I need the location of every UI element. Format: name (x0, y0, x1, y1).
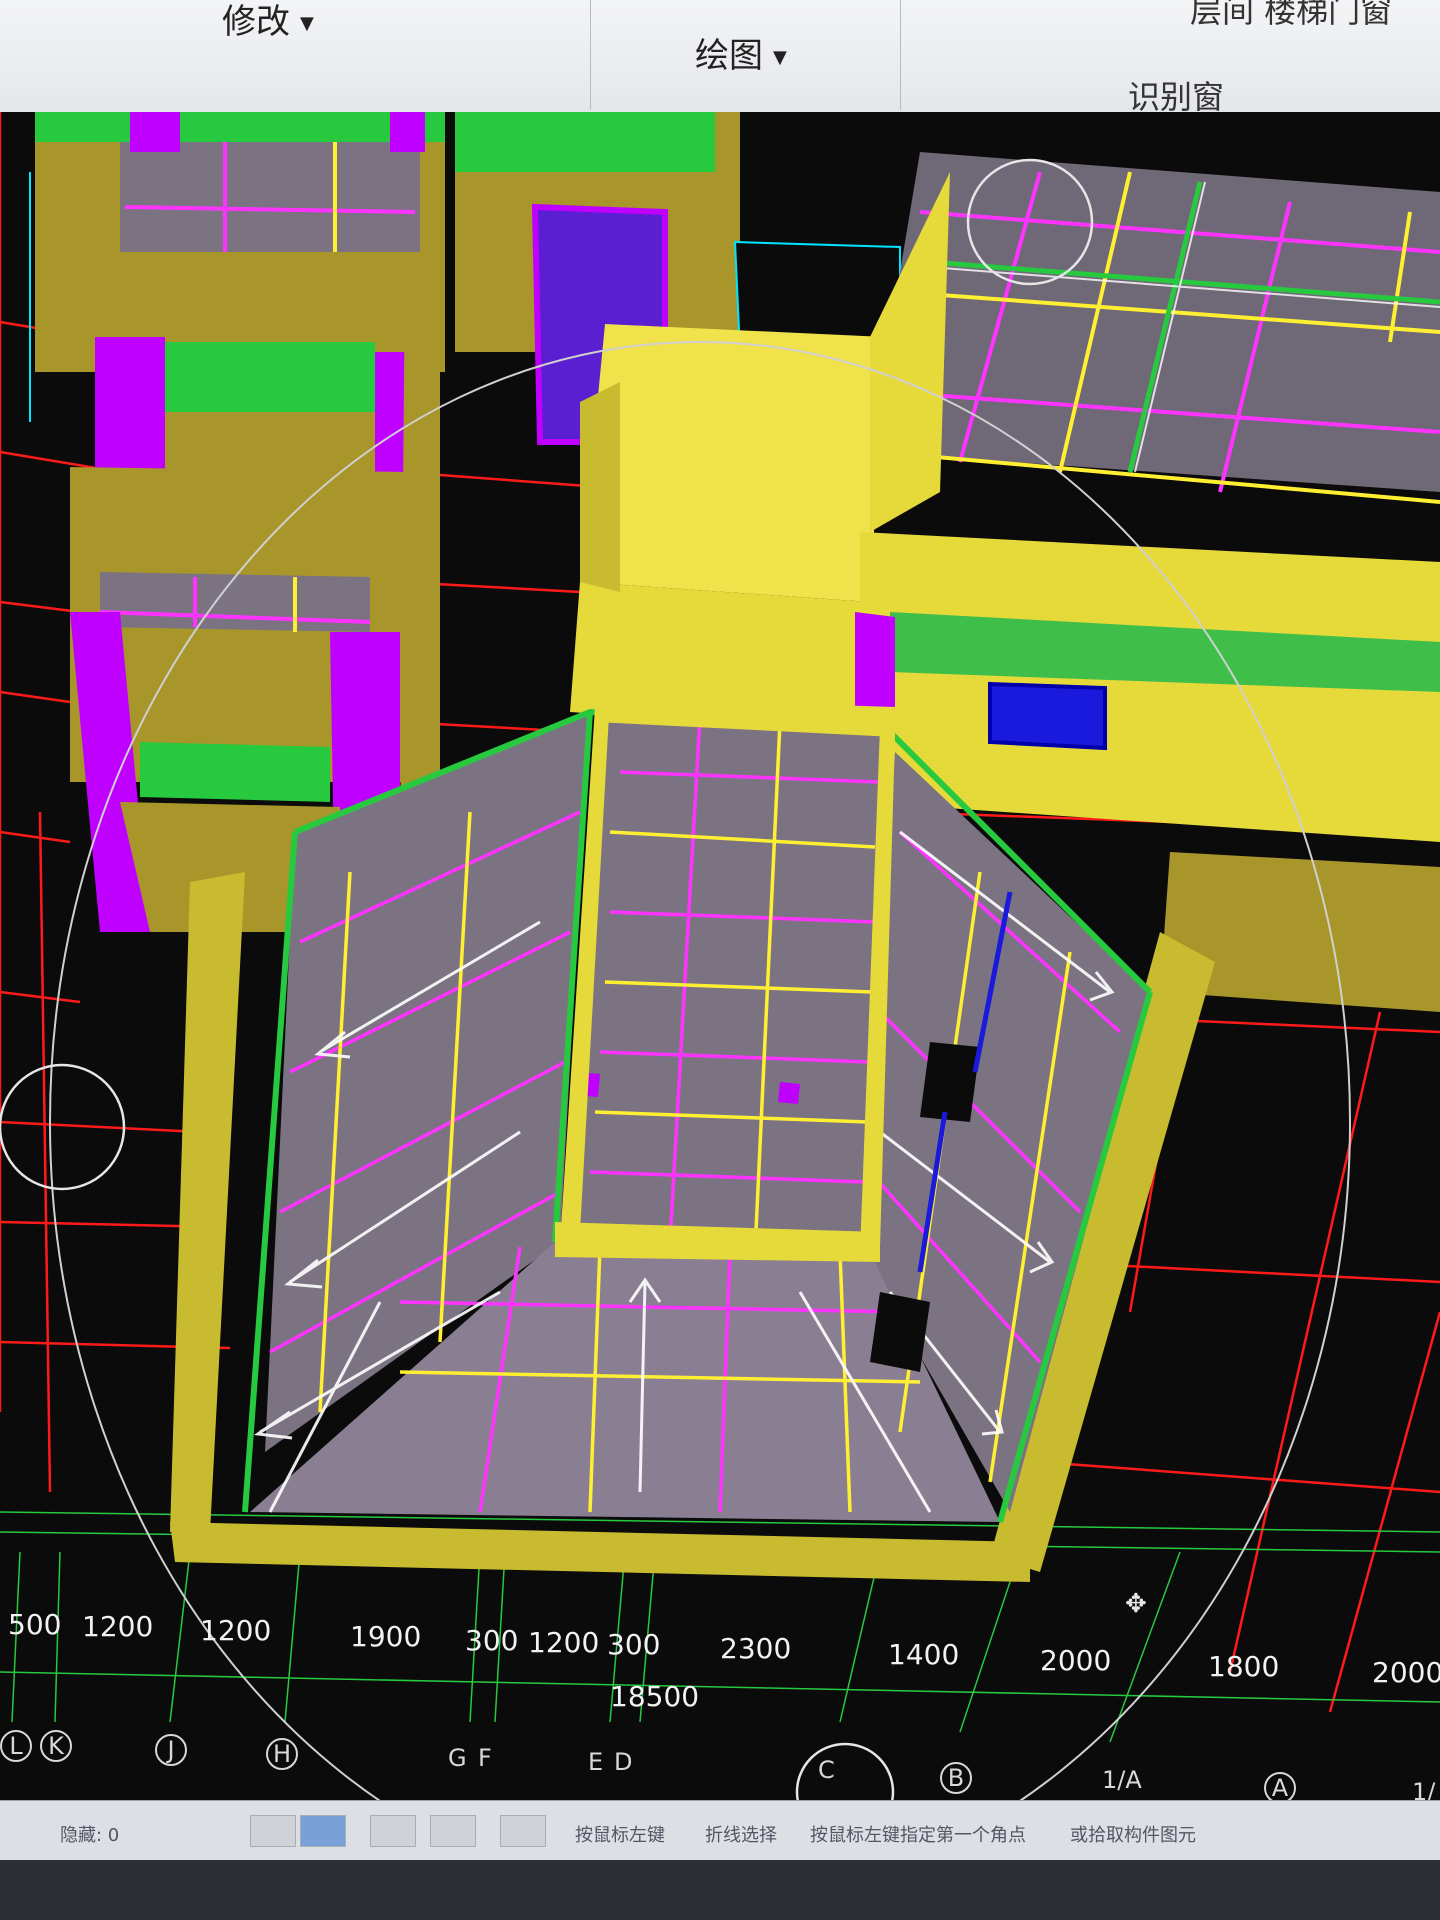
dimension-segment: 2300 (720, 1632, 792, 1665)
dimension-segment: 1900 (350, 1620, 422, 1653)
monitor-bezel (0, 1860, 1440, 1920)
hidden-count: 隐藏: 0 (60, 1825, 120, 1846)
snap-toggle-button[interactable] (250, 1815, 296, 1847)
axis-label: D (614, 1748, 633, 1776)
axis-label: J (155, 1734, 187, 1766)
axis-label: F (478, 1744, 492, 1772)
status-bar: 隐藏: 0 按鼠标左键 折线选择 按鼠标左键指定第一个角点 或拾取构件图元 (0, 1800, 1440, 1861)
status-hint: 按鼠标左键 (575, 1825, 665, 1846)
lower-slab-room (170, 697, 1215, 1582)
axis-label: 1/A (1102, 1766, 1142, 1794)
status-hint: 或拾取构件图元 (1070, 1825, 1196, 1846)
status-hint: 按鼠标左键指定第一个角点 (810, 1825, 1026, 1846)
draw-menu-label: 绘图 (695, 36, 763, 76)
axis-label: C (818, 1756, 835, 1784)
status-hint: 折线选择 (705, 1825, 777, 1846)
dimension-segment: 1400 (888, 1638, 960, 1671)
ribbon-divider (590, 0, 591, 110)
axis-label: G (448, 1744, 467, 1772)
compass-icon: ✥ (1125, 1589, 1147, 1619)
ortho-toggle-button[interactable] (300, 1815, 346, 1847)
dimension-segment: 2000 (1372, 1656, 1440, 1689)
upper-right-slab (870, 152, 1440, 504)
modify-menu-button[interactable]: 修改 ▼ (222, 0, 314, 43)
axis-label: E (588, 1748, 604, 1776)
dimension-segment: 500 (8, 1608, 62, 1641)
modify-menu-label: 修改 (222, 2, 290, 42)
dimension-segment: 1200 (200, 1614, 272, 1647)
polar-toggle-button[interactable] (370, 1815, 416, 1847)
chevron-down-icon: ▼ (773, 47, 787, 68)
draw-menu-button[interactable]: 绘图 ▼ (695, 28, 787, 77)
chevron-down-icon: ▼ (300, 13, 314, 34)
ribbon-clipped-label: 层间 楼梯门窗 (1190, 0, 1393, 30)
dimension-segment: 2000 (1040, 1644, 1112, 1677)
axis-label: K (40, 1730, 72, 1762)
osnap-toggle-button[interactable] (430, 1815, 476, 1847)
ribbon-divider (900, 0, 901, 110)
dimension-total: 18500 (610, 1680, 700, 1713)
axis-label: B (940, 1762, 972, 1794)
grid-toggle-button[interactable] (500, 1815, 546, 1847)
axis-label: H (266, 1738, 298, 1770)
dimension-segment: 1800 (1208, 1650, 1280, 1683)
dimension-segment: 300 (607, 1628, 661, 1661)
cad-viewport[interactable]: ✥ 500 1200 1200 1900 300 1200 300 2300 1… (0, 112, 1440, 1812)
dimension-segment: 1200 (528, 1626, 600, 1659)
dimension-segment: 1200 (82, 1610, 154, 1643)
model-view-3d: ✥ (0, 112, 1440, 1812)
dimension-segment: 300 (465, 1624, 519, 1657)
axis-label: L (0, 1730, 32, 1762)
cad-screen: 修改 ▼ 绘图 ▼ 识别窗 层间 楼梯门窗 ✥ 500 1200 1200 19… (0, 0, 1440, 1920)
